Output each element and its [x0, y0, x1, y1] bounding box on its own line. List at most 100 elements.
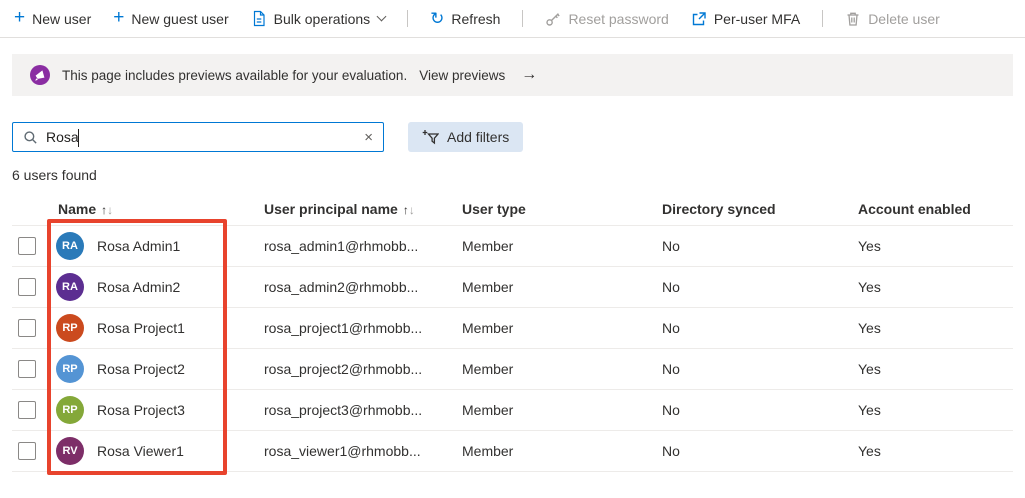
- delete-user-button: Delete user: [845, 11, 940, 27]
- checkbox-cell: [12, 401, 48, 419]
- add-filters-label: Add filters: [447, 129, 510, 145]
- text-cursor: [78, 129, 79, 147]
- user-name: Rosa Project3: [97, 402, 185, 418]
- account-enabled: Yes: [858, 279, 881, 295]
- checkbox-cell: [12, 278, 48, 296]
- column-header-user-type[interactable]: User type: [452, 201, 652, 217]
- user-name: Rosa Viewer1: [97, 443, 184, 459]
- view-previews-link[interactable]: View previews: [419, 68, 505, 83]
- refresh-button[interactable]: ↻ Refresh: [430, 10, 500, 27]
- users-table: Name ↑↓ User principal name ↑↓ User type D…: [12, 193, 1013, 472]
- refresh-label: Refresh: [451, 10, 501, 27]
- directory-synced: No: [662, 238, 680, 254]
- search-icon: [23, 130, 38, 145]
- table-row[interactable]: RP Rosa Project1 rosa_project1@rhmobb...…: [12, 308, 1013, 349]
- avatar: RA: [56, 232, 84, 260]
- user-upn: rosa_project3@rhmobb...: [264, 402, 423, 418]
- user-name-cell: RP Rosa Project3: [48, 396, 254, 424]
- new-guest-user-label: New guest user: [131, 10, 229, 27]
- column-header-upn[interactable]: User principal name ↑↓: [254, 201, 452, 217]
- delete-user-label: Delete user: [868, 10, 940, 27]
- user-name-cell: RP Rosa Project1: [48, 314, 254, 342]
- per-user-mfa-label: Per-user MFA: [713, 10, 801, 27]
- bulk-operations-button[interactable]: Bulk operations: [251, 10, 387, 27]
- preview-banner: This page includes previews available fo…: [12, 54, 1013, 96]
- bulk-operations-label: Bulk operations: [273, 10, 371, 27]
- row-checkbox[interactable]: [18, 360, 36, 378]
- sort-down-icon: ↓: [408, 203, 415, 217]
- user-type: Member: [462, 320, 514, 336]
- filter-plus-icon: [422, 129, 439, 146]
- row-checkbox[interactable]: [18, 319, 36, 337]
- per-user-mfa-button[interactable]: Per-user MFA: [691, 11, 800, 27]
- new-user-button[interactable]: + New user: [14, 8, 92, 27]
- user-type: Member: [462, 238, 514, 254]
- account-enabled: Yes: [858, 238, 881, 254]
- new-user-label: New user: [32, 10, 92, 27]
- user-name: Rosa Project1: [97, 320, 185, 336]
- user-upn: rosa_admin1@rhmobb...: [264, 238, 419, 254]
- user-type: Member: [462, 443, 514, 459]
- user-type: Member: [462, 402, 514, 418]
- table-row[interactable]: RA Rosa Admin1 rosa_admin1@rhmobb... Mem…: [12, 226, 1013, 267]
- results-count: 6 users found: [12, 167, 97, 183]
- checkbox-cell: [12, 442, 48, 460]
- reset-password-label: Reset password: [568, 10, 669, 27]
- add-filters-button[interactable]: Add filters: [408, 122, 524, 152]
- toolbar-divider: [407, 10, 409, 27]
- user-upn: rosa_project1@rhmobb...: [264, 320, 423, 336]
- new-guest-user-button[interactable]: + New guest user: [113, 7, 229, 28]
- preview-megaphone-icon: [30, 65, 50, 85]
- user-name: Rosa Project2: [97, 361, 185, 377]
- avatar: RP: [56, 355, 84, 383]
- avatar: RV: [56, 437, 84, 465]
- key-icon: [545, 11, 561, 27]
- checkbox-cell: [12, 237, 48, 255]
- search-box[interactable]: ×: [12, 122, 384, 152]
- user-name: Rosa Admin1: [97, 238, 181, 254]
- user-name-cell: RA Rosa Admin1: [48, 232, 254, 260]
- checkbox-cell: [12, 319, 48, 337]
- column-header-directory-synced[interactable]: Directory synced: [652, 201, 848, 217]
- user-upn: rosa_project2@rhmobb...: [264, 361, 423, 377]
- avatar: RP: [56, 314, 84, 342]
- row-checkbox[interactable]: [18, 237, 36, 255]
- directory-synced: No: [662, 402, 680, 418]
- name-header-label: Name: [58, 201, 97, 217]
- table-row[interactable]: RP Rosa Project3 rosa_project3@rhmobb...…: [12, 390, 1013, 431]
- command-bar: + New user + New guest user Bulk operati…: [0, 0, 1025, 38]
- reset-password-button: Reset password: [545, 10, 669, 27]
- sort-down-icon: ↓: [107, 203, 114, 217]
- table-row[interactable]: RA Rosa Admin2 rosa_admin2@rhmobb... Mem…: [12, 267, 1013, 308]
- document-icon: [251, 10, 267, 27]
- row-checkbox[interactable]: [18, 442, 36, 460]
- toolbar-divider: [522, 10, 524, 27]
- clear-search-icon[interactable]: ×: [364, 130, 373, 145]
- account-enabled: Yes: [858, 402, 881, 418]
- account-enabled: Yes: [858, 361, 881, 377]
- search-input[interactable]: [46, 129, 357, 145]
- user-name-cell: RP Rosa Project2: [48, 355, 254, 383]
- refresh-icon: ↻: [430, 9, 445, 28]
- external-link-icon: [691, 11, 707, 27]
- checkbox-cell: [12, 360, 48, 378]
- directory-synced: No: [662, 320, 680, 336]
- avatar: RA: [56, 273, 84, 301]
- account-enabled: Yes: [858, 443, 881, 459]
- table-header-row: Name ↑↓ User principal name ↑↓ User type D…: [12, 193, 1013, 226]
- user-type: Member: [462, 361, 514, 377]
- row-checkbox[interactable]: [18, 401, 36, 419]
- user-upn: rosa_admin2@rhmobb...: [264, 279, 419, 295]
- column-header-account-enabled[interactable]: Account enabled: [848, 201, 1013, 217]
- user-name: Rosa Admin2: [97, 279, 181, 295]
- arrow-right-icon[interactable]: →: [521, 66, 537, 84]
- toolbar-divider: [822, 10, 824, 27]
- directory-synced: No: [662, 279, 680, 295]
- row-checkbox[interactable]: [18, 278, 36, 296]
- plus-icon: +: [113, 7, 125, 28]
- directory-synced: No: [662, 443, 680, 459]
- avatar: RP: [56, 396, 84, 424]
- column-header-name[interactable]: Name ↑↓: [48, 201, 254, 217]
- table-row[interactable]: RP Rosa Project2 rosa_project2@rhmobb...…: [12, 349, 1013, 390]
- table-row[interactable]: RV Rosa Viewer1 rosa_viewer1@rhmobb... M…: [12, 431, 1013, 472]
